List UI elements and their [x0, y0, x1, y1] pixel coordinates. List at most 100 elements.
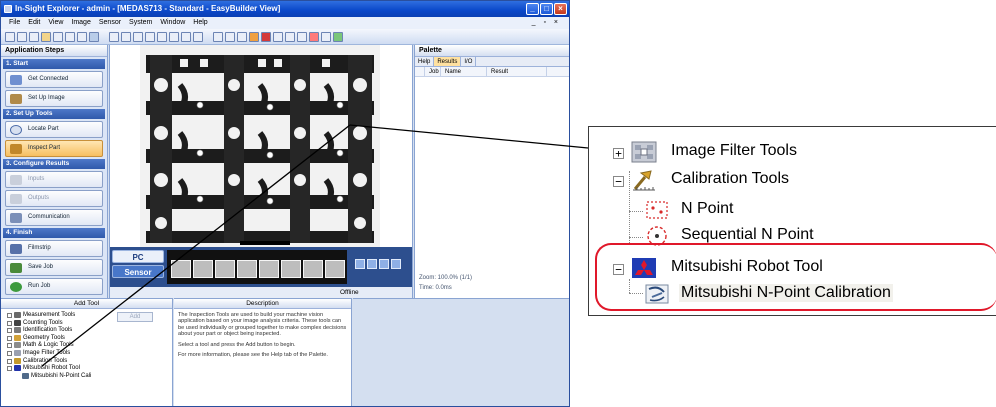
toolbar-icon[interactable] [65, 32, 75, 42]
toolbar-icon[interactable] [5, 32, 15, 42]
toolbar-icon[interactable] [321, 32, 331, 42]
set-up-image-button[interactable]: Set Up Image [5, 90, 103, 107]
expand-toggle[interactable] [7, 366, 12, 372]
tool-tree-item[interactable]: Image Filter Tools [5, 349, 91, 358]
save-icon [10, 263, 22, 273]
filmstrip-thumbnail[interactable] [325, 260, 345, 278]
toolbar-icon[interactable] [285, 32, 295, 42]
filmstrip-thumbnail[interactable] [237, 260, 257, 278]
result-column-header[interactable]: Result [487, 67, 547, 76]
expand-toggle[interactable] [7, 343, 12, 349]
tab-help[interactable]: Help [415, 57, 435, 66]
collapse-toggle[interactable]: − [613, 176, 624, 187]
toolbar-icon[interactable] [225, 32, 235, 42]
filmstrip-thumbnail[interactable] [171, 260, 191, 278]
tool-tree-item[interactable]: Calibration Tools [5, 357, 91, 366]
toolbar-icon[interactable] [193, 32, 203, 42]
expand-toggle[interactable] [7, 320, 12, 326]
filmstrip-icon [10, 244, 22, 254]
filmstrip-last-button[interactable] [391, 259, 401, 269]
job-column-header[interactable]: Job [425, 67, 441, 76]
locate-part-button[interactable]: Locate Part [5, 121, 103, 138]
maximize-button[interactable]: □ [540, 3, 553, 15]
step-header-finish: 4. Finish [3, 228, 105, 238]
locate-icon [10, 125, 22, 135]
inputs-button[interactable]: Inputs [5, 171, 103, 188]
name-column-header[interactable]: Name [441, 67, 487, 76]
toolbar-icon[interactable] [29, 32, 39, 42]
toolbar-icon[interactable] [273, 32, 283, 42]
tab-io[interactable]: I/O [461, 57, 477, 66]
save-job-button[interactable]: Save Job [5, 259, 103, 276]
save-job-label: Save Job [28, 264, 54, 270]
description-paragraph: The Inspection Tools are used to build y… [178, 312, 347, 338]
menu-image[interactable]: Image [67, 17, 94, 29]
toolbar-icon[interactable] [169, 32, 179, 42]
tool-tree-item[interactable]: Math & Logic Tools [5, 342, 91, 350]
communication-button[interactable]: Communication [5, 209, 103, 226]
menu-edit[interactable]: Edit [24, 17, 44, 29]
filmstrip-first-button[interactable] [355, 259, 365, 269]
filmstrip-thumbnail[interactable] [259, 260, 279, 278]
filmstrip-prev-button[interactable] [367, 259, 377, 269]
tool-tree-item[interactable]: Geometry Tools [5, 334, 91, 343]
toolbar-icon[interactable] [297, 32, 307, 42]
tool-tree-item[interactable]: Mitsubishi N-Point Cali [5, 372, 91, 381]
filmstrip-thumbnail[interactable] [193, 260, 213, 278]
toolbar-icon[interactable] [121, 32, 131, 42]
expand-toggle[interactable] [7, 358, 12, 364]
menu-file[interactable]: File [5, 17, 24, 29]
run-job-button[interactable]: Run Job [5, 278, 103, 295]
toolbar-icon[interactable] [145, 32, 155, 42]
filmstrip-thumbnail[interactable] [215, 260, 235, 278]
camera-image[interactable] [140, 45, 380, 247]
menu-sensor[interactable]: Sensor [95, 17, 125, 29]
menu-help[interactable]: Help [189, 17, 211, 29]
toolbar-icon[interactable] [237, 32, 247, 42]
toolbar-icon[interactable] [181, 32, 191, 42]
menu-view[interactable]: View [44, 17, 67, 29]
tool-tree-item[interactable]: Measurement Tools [5, 312, 91, 320]
close-button[interactable]: × [554, 3, 567, 15]
toolbar-icon[interactable] [53, 32, 63, 42]
toolbar-icon[interactable] [133, 32, 143, 42]
title-bar[interactable]: In-Sight Explorer - admin - [MEDAS713 - … [1, 1, 569, 17]
expand-toggle[interactable] [7, 335, 12, 341]
toolbar-icon[interactable] [77, 32, 87, 42]
tab-results[interactable]: Results [434, 57, 462, 66]
tool-tree-item[interactable]: Identification Tools [5, 327, 91, 335]
status-column-header[interactable] [415, 67, 425, 76]
menu-system[interactable]: System [125, 17, 156, 29]
toolbar-icon[interactable] [17, 32, 27, 42]
filmstrip-button[interactable]: Filmstrip [5, 240, 103, 257]
mdi-controls[interactable]: _ ▫ × [528, 17, 565, 29]
toolbar-icon[interactable] [333, 32, 343, 42]
toolbar-icon[interactable] [157, 32, 167, 42]
expand-toggle[interactable] [7, 328, 12, 334]
filmstrip-next-button[interactable] [379, 259, 389, 269]
add-button[interactable]: Add [117, 312, 153, 322]
toolbar-icon[interactable] [309, 32, 319, 42]
menu-window[interactable]: Window [156, 17, 189, 29]
filmstrip-thumbnail[interactable] [303, 260, 323, 278]
expand-toggle[interactable]: + [613, 148, 624, 159]
inspect-part-button[interactable]: Inspect Part [5, 140, 103, 157]
inspect-part-label: Inspect Part [28, 145, 61, 151]
minimize-button[interactable]: _ [526, 3, 539, 15]
toolbar-icon[interactable] [213, 32, 223, 42]
get-connected-button[interactable]: Get Connected [5, 71, 103, 88]
outputs-button[interactable]: Outputs [5, 190, 103, 207]
tool-tree-item[interactable]: Counting Tools [5, 319, 91, 328]
pc-button[interactable]: PC [112, 250, 164, 263]
sensor-button[interactable]: Sensor [112, 265, 164, 278]
filmstrip-thumbnail[interactable] [281, 260, 301, 278]
toolbar-icon[interactable] [41, 32, 51, 42]
tool-tree-item[interactable]: Mitsubishi Robot Tool [5, 365, 91, 373]
toolbar-icon[interactable] [261, 32, 271, 42]
toolbar-icon[interactable] [249, 32, 259, 42]
toolbar-icon[interactable] [89, 32, 99, 42]
toolbar-icon[interactable] [109, 32, 119, 42]
tool-category-icon [22, 372, 29, 379]
expand-toggle[interactable] [7, 350, 12, 356]
expand-toggle[interactable] [7, 313, 12, 318]
